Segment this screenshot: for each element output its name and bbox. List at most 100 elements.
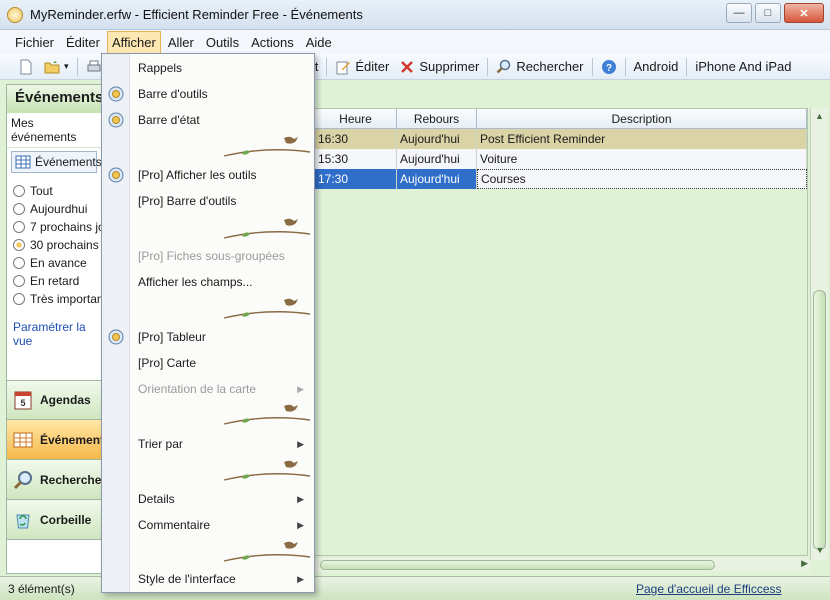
- scrollbar-thumb[interactable]: [320, 560, 715, 570]
- nav-corbeille[interactable]: Corbeille: [6, 500, 102, 540]
- filter-en-retard[interactable]: En retard: [13, 272, 101, 290]
- new-file-icon: [20, 59, 32, 74]
- menu-fichier[interactable]: Fichier: [10, 31, 59, 54]
- nav-label: Agendas: [40, 393, 91, 407]
- filter-label: Aujourdhui: [30, 202, 88, 216]
- filter-label: 30 prochains jours: [30, 238, 101, 252]
- menu-editer[interactable]: Éditer: [61, 31, 105, 54]
- menu-item-afficher-champs[interactable]: Afficher les champs...: [102, 271, 314, 293]
- flower-icon: [108, 86, 124, 102]
- toolbar-delete-label: Supprimer: [419, 59, 480, 74]
- svg-text:5: 5: [20, 398, 25, 408]
- toolbar-separator: [624, 57, 626, 76]
- toolbar-edit-label: Éditer: [355, 59, 390, 74]
- toolbar-open-button[interactable]: ▾: [39, 57, 74, 77]
- column-description[interactable]: Description: [477, 109, 807, 129]
- flower-icon: [108, 167, 124, 183]
- submenu-arrow-icon: ▶: [297, 519, 304, 530]
- toolbar-iphone-button[interactable]: iPhone And iPad: [690, 57, 796, 76]
- calendar-icon: 5: [14, 391, 32, 410]
- submenu-arrow-icon: ▶: [297, 383, 304, 394]
- menu-item-commentaire[interactable]: Commentaire ▶: [102, 514, 314, 536]
- filter-list: Tout Aujourdhui 7 prochains jours 30 pro…: [7, 176, 101, 308]
- radio-selected-icon: [13, 239, 25, 251]
- cell-rebours: Aujourd'hui: [397, 169, 477, 189]
- left-panel-subtitle: Mes événements: [7, 113, 101, 148]
- menu-item-label: Orientation de la carte: [138, 382, 257, 396]
- title-bar: MyReminder.erfw - Efficient Reminder Fre…: [0, 0, 830, 30]
- app-icon: [7, 6, 23, 23]
- toolbar-edit-button[interactable]: Éditer: [330, 57, 394, 77]
- bird-branch-separator-icon: [223, 298, 311, 319]
- menu-item-pro-carte[interactable]: [Pro] Carte: [102, 352, 314, 374]
- menu-actions[interactable]: Actions: [246, 31, 299, 54]
- flower-icon: [108, 112, 124, 128]
- events-icon: [13, 432, 33, 447]
- filter-aujourdhui[interactable]: Aujourdhui: [13, 200, 101, 218]
- close-button[interactable]: ✕: [784, 3, 824, 23]
- filter-tout[interactable]: Tout: [13, 182, 101, 200]
- menu-item-label: Barre d'état: [138, 113, 200, 127]
- nav-agendas[interactable]: 5 Agendas: [6, 380, 102, 420]
- configure-view-link[interactable]: Paramétrer la vue: [7, 308, 101, 348]
- view-selector[interactable]: Événements: [11, 151, 101, 173]
- radio-icon: [13, 275, 25, 287]
- menu-item-label: [Pro] Afficher les outils: [138, 168, 257, 182]
- menu-item-pro-tableur[interactable]: [Pro] Tableur: [102, 326, 314, 348]
- menu-afficher[interactable]: Afficher: [106, 30, 161, 54]
- filter-label: Tout: [30, 184, 53, 198]
- column-heure[interactable]: Heure: [315, 109, 397, 129]
- cell-heure: 17:30: [315, 169, 397, 189]
- filter-en-avance[interactable]: En avance: [13, 254, 101, 272]
- scroll-down-icon[interactable]: ▼: [811, 542, 829, 558]
- flower-icon: [108, 329, 124, 345]
- scroll-up-icon[interactable]: ▲: [811, 108, 828, 124]
- cell-rebours: Aujourd'hui: [397, 149, 477, 169]
- nav-evenements[interactable]: Événements: [6, 420, 102, 460]
- toolbar-search-button[interactable]: Rechercher: [491, 57, 588, 77]
- maximize-button[interactable]: □: [755, 3, 781, 23]
- scroll-right-icon[interactable]: ▶: [801, 558, 808, 569]
- filter-30-jours[interactable]: 30 prochains jours: [13, 236, 101, 254]
- search-icon: [496, 59, 511, 73]
- menu-aller[interactable]: Aller: [163, 31, 199, 54]
- menu-item-label: Afficher les champs...: [138, 275, 253, 289]
- homepage-link[interactable]: Page d'accueil de Efficcess: [636, 582, 782, 596]
- menu-item-barre-outils[interactable]: Barre d'outils: [102, 83, 314, 105]
- menu-item-rappels[interactable]: Rappels: [102, 57, 314, 79]
- menu-item-trier-par[interactable]: Trier par ▶: [102, 433, 314, 455]
- minimize-button[interactable]: —: [726, 3, 752, 23]
- menu-outils[interactable]: Outils: [201, 31, 244, 54]
- radio-icon: [13, 221, 25, 233]
- column-rebours[interactable]: Rebours: [397, 109, 477, 129]
- menu-item-barre-etat[interactable]: Barre d'état: [102, 109, 314, 131]
- filter-label: 7 prochains jours: [30, 220, 101, 234]
- menu-aide[interactable]: Aide: [301, 31, 337, 54]
- toolbar-delete-button[interactable]: Supprimer: [394, 57, 484, 77]
- cell-heure: 15:30: [315, 149, 397, 169]
- toolbar-search-label: Rechercher: [516, 59, 584, 74]
- toolbar-separator: [591, 57, 593, 76]
- menu-item-style-interface[interactable]: Style de l'interface ▶: [102, 568, 314, 590]
- folder-icon: [44, 60, 60, 73]
- menu-item-label: Details: [138, 492, 175, 506]
- toolbar-android-button[interactable]: Android: [629, 57, 684, 76]
- filter-tres-important[interactable]: Très important: [13, 290, 101, 308]
- toolbar-separator: [487, 57, 489, 76]
- left-panel-title: Événements: [7, 85, 101, 113]
- horizontal-scrollbar[interactable]: ▶: [310, 558, 810, 572]
- menu-item-pro-barre-outils[interactable]: [Pro] Barre d'outils: [102, 190, 314, 212]
- nav-rechercher[interactable]: Rechercher: [6, 460, 102, 500]
- toolbar-help-button[interactable]: ?: [596, 57, 622, 77]
- vertical-scrollbar[interactable]: ▲ ▼: [810, 108, 828, 560]
- printer-icon: [87, 60, 101, 71]
- delete-icon: [401, 60, 414, 73]
- item-count: 3 élément(s): [8, 581, 75, 596]
- menu-item-details[interactable]: Details ▶: [102, 488, 314, 510]
- toolbar-android-label: Android: [633, 59, 679, 74]
- toolbar-new-button[interactable]: [0, 57, 39, 77]
- menu-item-pro-afficher-outils[interactable]: [Pro] Afficher les outils: [102, 164, 314, 186]
- menu-item-label: [Pro] Carte: [138, 356, 197, 370]
- filter-7-jours[interactable]: 7 prochains jours: [13, 218, 101, 236]
- scrollbar-thumb[interactable]: [813, 290, 826, 550]
